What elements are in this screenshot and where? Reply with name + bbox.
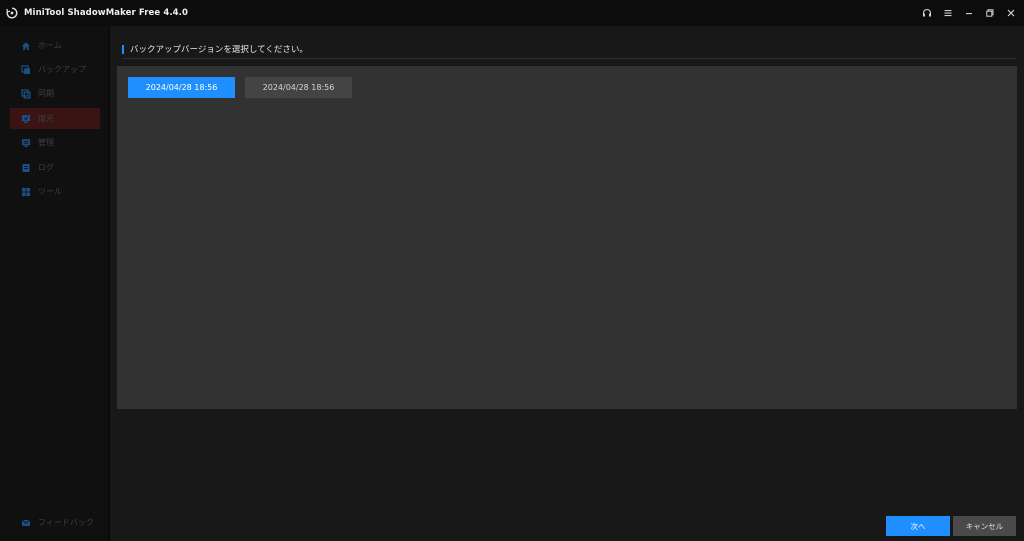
section-header: バックアップバージョンを選択してください。 bbox=[122, 42, 1016, 59]
manage-icon bbox=[21, 138, 31, 148]
title-bar: MiniTool ShadowMaker Free 4.4.0 bbox=[0, 0, 1024, 26]
sidebar-item-restore[interactable]: 復元 bbox=[10, 108, 100, 129]
menu-icon[interactable] bbox=[943, 8, 953, 18]
accent-bar bbox=[122, 44, 124, 54]
home-icon bbox=[21, 41, 31, 51]
window-controls bbox=[922, 0, 1016, 26]
tools-icon bbox=[21, 187, 31, 197]
next-button[interactable]: 次へ bbox=[886, 516, 950, 536]
version-item[interactable]: 2024/04/28 18:56 bbox=[245, 77, 352, 98]
headset-icon[interactable] bbox=[922, 8, 932, 18]
feedback-label: フィードバック bbox=[38, 518, 94, 527]
sync-icon bbox=[21, 88, 31, 99]
app-logo-icon bbox=[6, 7, 18, 19]
sidebar-item-backup[interactable]: バックアップ bbox=[10, 59, 100, 80]
feedback-link[interactable]: フィードバック bbox=[10, 512, 100, 533]
sidebar-item-home[interactable]: ホーム bbox=[10, 35, 100, 56]
sidebar-item-label: 管理 bbox=[38, 138, 54, 147]
restore-icon bbox=[21, 114, 31, 124]
cancel-button[interactable]: キャンセル bbox=[953, 516, 1016, 536]
page-title: バックアップバージョンを選択してください。 bbox=[130, 45, 308, 55]
sidebar-item-tools[interactable]: ツール bbox=[10, 181, 100, 202]
close-icon[interactable] bbox=[1006, 8, 1016, 18]
sidebar-item-log[interactable]: ログ bbox=[10, 157, 100, 178]
sidebar-item-label: ホーム bbox=[38, 41, 62, 50]
restore-icon[interactable] bbox=[985, 8, 995, 18]
sidebar-item-label: バックアップ bbox=[38, 65, 86, 74]
mail-icon bbox=[21, 518, 31, 528]
version-item-selected[interactable]: 2024/04/28 18:56 bbox=[128, 77, 235, 98]
sidebar-item-label: 同期 bbox=[38, 89, 54, 98]
sidebar: ホーム バックアップ 同期 復元 管理 ログ ツール フィードバック bbox=[0, 26, 110, 541]
version-list-panel: 2024/04/28 18:56 2024/04/28 18:56 bbox=[117, 66, 1017, 409]
main-content: バックアップバージョンを選択してください。 2024/04/28 18:56 2… bbox=[110, 26, 1024, 541]
app-title: MiniTool ShadowMaker Free 4.4.0 bbox=[24, 8, 189, 18]
minimize-icon[interactable] bbox=[964, 8, 974, 18]
sidebar-item-sync[interactable]: 同期 bbox=[10, 83, 100, 104]
sidebar-item-manage[interactable]: 管理 bbox=[10, 132, 100, 153]
sidebar-item-label: ログ bbox=[38, 163, 54, 172]
log-icon bbox=[21, 163, 31, 173]
sidebar-item-label: ツール bbox=[38, 187, 62, 196]
sidebar-item-label: 復元 bbox=[38, 114, 54, 123]
backup-icon bbox=[21, 64, 31, 75]
